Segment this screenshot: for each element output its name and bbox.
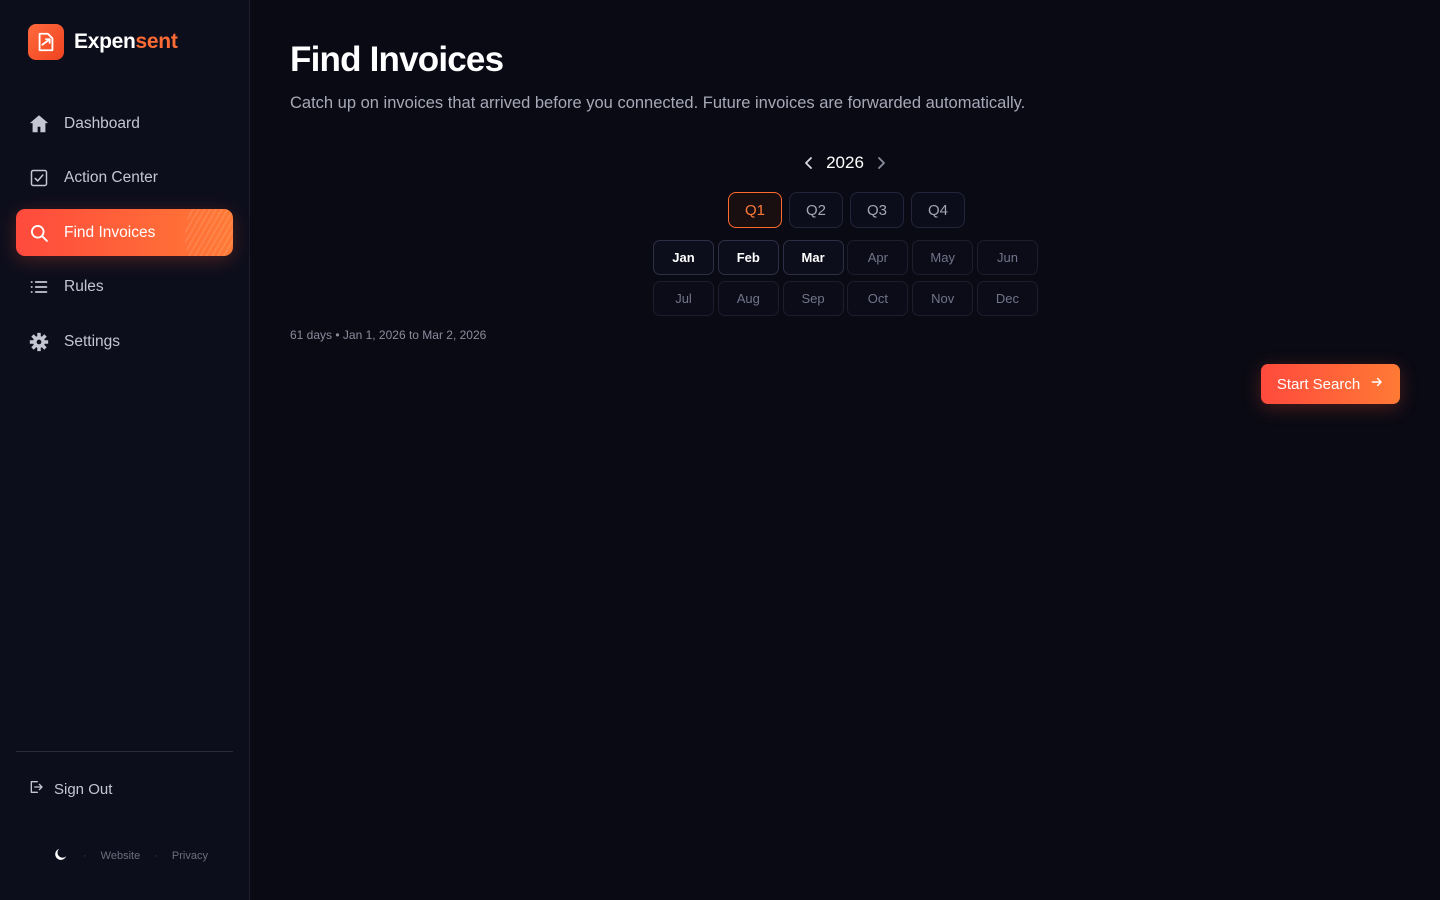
brand-name-part1: Expen (74, 30, 136, 53)
checkbox-icon (28, 167, 50, 189)
sidebar-item-find-invoices[interactable]: Find Invoices (16, 209, 233, 256)
moon-icon[interactable] (52, 846, 69, 866)
home-icon (28, 113, 50, 135)
quarter-q1-button[interactable]: Q1 (728, 192, 782, 228)
sidebar-item-label: Find Invoices (64, 223, 156, 241)
sidebar-item-label: Dashboard (64, 114, 140, 132)
sidebar: Expensent Dashboard Action Center Find I… (0, 0, 250, 900)
sidebar-item-rules[interactable]: Rules (16, 264, 233, 311)
privacy-link[interactable]: Privacy (172, 850, 208, 862)
month-may-button[interactable]: May (912, 240, 974, 275)
page-title: Find Invoices (290, 40, 504, 79)
sidebar-footer: · Website · Privacy (52, 846, 208, 866)
sidebar-nav: Dashboard Action Center Find Invoices Ru… (16, 100, 233, 373)
year-label: 2026 (826, 153, 864, 172)
month-dec-button[interactable]: Dec (976, 281, 1038, 316)
brand[interactable]: Expensent (28, 24, 178, 60)
quarter-q4-button[interactable]: Q4 (911, 192, 965, 228)
list-icon (28, 276, 50, 298)
brand-name-part2: sent (135, 30, 178, 53)
gear-icon (28, 331, 50, 353)
month-feb-button[interactable]: Feb (717, 240, 779, 275)
month-oct-button[interactable]: Oct (847, 281, 909, 316)
quarter-selector: Q1 Q2 Q3 Q4 (728, 192, 965, 228)
chevron-right-icon[interactable] (872, 152, 890, 174)
sign-out-button[interactable]: Sign Out (28, 779, 112, 799)
month-grid: Jan Feb Mar Apr May Jun Jul Aug Sep Oct … (653, 240, 1038, 316)
sidebar-item-dashboard[interactable]: Dashboard (16, 100, 233, 147)
arrow-right-icon (1370, 375, 1384, 393)
month-jul-button[interactable]: Jul (653, 281, 714, 316)
sidebar-item-label: Action Center (64, 169, 158, 186)
brand-name: Expensent (74, 30, 178, 54)
expensent-logo-icon (28, 24, 64, 60)
sign-out-icon (28, 779, 44, 799)
sidebar-item-action-center[interactable]: Action Center (16, 155, 233, 202)
page-subtitle: Catch up on invoices that arrived before… (290, 94, 1026, 112)
search-icon (28, 222, 50, 244)
year-navigator: 2026 (800, 152, 890, 174)
month-mar-button[interactable]: Mar (782, 240, 844, 275)
sidebar-divider (16, 751, 233, 752)
month-aug-button[interactable]: Aug (717, 281, 779, 316)
quarter-q2-button[interactable]: Q2 (789, 192, 843, 228)
footer-separator: · (83, 850, 87, 862)
month-nov-button[interactable]: Nov (912, 281, 974, 316)
sidebar-item-label: Settings (64, 332, 121, 350)
chevron-left-icon[interactable] (800, 152, 818, 174)
quarter-q3-button[interactable]: Q3 (850, 192, 904, 228)
sign-out-label: Sign Out (54, 780, 113, 798)
footer-separator: · (154, 850, 158, 862)
month-jun-button[interactable]: Jun (976, 240, 1038, 275)
sidebar-item-settings[interactable]: Settings (16, 318, 233, 365)
website-link[interactable]: Website (101, 850, 141, 862)
month-jan-button[interactable]: Jan (653, 240, 714, 275)
month-apr-button[interactable]: Apr (847, 240, 909, 275)
date-range-summary: 61 days • Jan 1, 2026 to Mar 2, 2026 (290, 328, 487, 342)
start-search-button[interactable]: Start Search (1261, 364, 1400, 404)
sidebar-item-label: Rules (64, 278, 104, 295)
month-sep-button[interactable]: Sep (782, 281, 844, 316)
start-search-label: Start Search (1276, 375, 1361, 393)
